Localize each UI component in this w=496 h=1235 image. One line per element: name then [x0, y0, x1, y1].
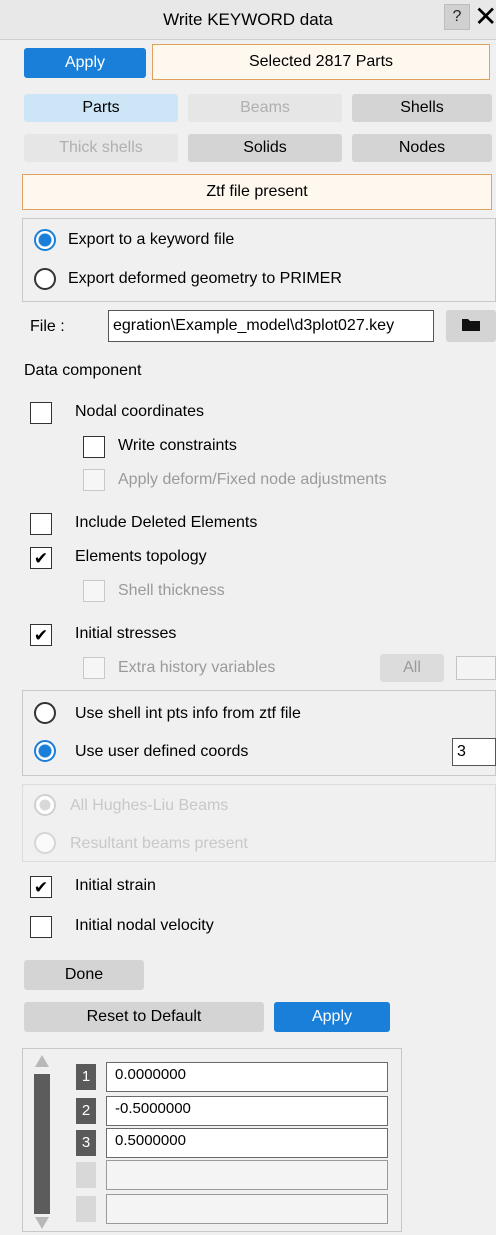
initial-stresses-checkbox[interactable]: ✔ [30, 624, 52, 646]
nodal-coordinates-label: Nodal coordinates [75, 403, 204, 420]
tab-thick-shells: Thick shells [24, 134, 178, 162]
file-label: File : [30, 318, 65, 335]
initial-strain-label: Initial strain [75, 877, 156, 894]
hughes-liu-radio [34, 794, 56, 816]
tab-shells[interactable]: Shells [352, 94, 492, 122]
user-coords-label: Use user defined coords [75, 743, 249, 760]
elements-topology-label: Elements topology [75, 548, 207, 565]
shell-thickness-checkbox [83, 580, 105, 602]
coord-value-cell[interactable] [106, 1194, 388, 1224]
selection-status[interactable]: Selected 2817 Parts [152, 44, 490, 80]
scrollbar-thumb[interactable] [34, 1074, 50, 1214]
folder-icon [461, 316, 481, 337]
resultant-beams-label: Resultant beams present [70, 835, 248, 852]
nodal-coordinates-checkbox[interactable] [30, 402, 52, 424]
include-deleted-checkbox[interactable] [30, 513, 52, 535]
elements-topology-checkbox[interactable]: ✔ [30, 547, 52, 569]
ztf-int-pts-label: Use shell int pts info from ztf file [75, 705, 301, 722]
row-number [76, 1196, 96, 1222]
row-number [76, 1162, 96, 1188]
initial-velocity-checkbox[interactable] [30, 916, 52, 938]
close-icon[interactable]: ✕ [474, 3, 496, 31]
write-constraints-checkbox[interactable] [83, 436, 105, 458]
tab-nodes[interactable]: Nodes [352, 134, 492, 162]
extra-history-checkbox [83, 657, 105, 679]
export-keyword-label: Export to a keyword file [68, 231, 235, 248]
hughes-liu-label: All Hughes-Liu Beams [70, 797, 229, 814]
tab-solids[interactable]: Solids [188, 134, 342, 162]
data-component-heading: Data component [24, 362, 142, 379]
done-button[interactable]: Done [24, 960, 144, 990]
browse-button[interactable] [446, 310, 496, 342]
shell-thickness-label: Shell thickness [118, 582, 225, 599]
row-number: 1 [76, 1064, 96, 1090]
user-coords-radio[interactable] [34, 740, 56, 762]
scroll-up-icon[interactable] [34, 1054, 50, 1073]
write-constraints-label: Write constraints [118, 437, 237, 454]
apply-deform-label: Apply deform/Fixed node adjustments [118, 471, 387, 488]
row-number: 2 [76, 1098, 96, 1124]
ztf-int-pts-radio[interactable] [34, 702, 56, 724]
bottom-apply-button[interactable]: Apply [274, 1002, 390, 1032]
row-number: 3 [76, 1130, 96, 1156]
extra-history-label: Extra history variables [118, 659, 276, 676]
tab-beams: Beams [188, 94, 342, 122]
coord-value-cell[interactable] [106, 1160, 388, 1190]
export-primer-label: Export deformed geometry to PRIMER [68, 270, 342, 287]
top-apply-button[interactable]: Apply [24, 48, 146, 78]
scroll-down-icon[interactable] [34, 1216, 50, 1235]
help-button[interactable]: ? [444, 4, 470, 30]
coords-count-input[interactable]: 3 [452, 738, 496, 766]
tab-parts[interactable]: Parts [24, 94, 178, 122]
initial-stresses-label: Initial stresses [75, 625, 177, 642]
history-count-input [456, 656, 496, 680]
check-mark-icon: ✔ [33, 625, 49, 645]
coord-value-cell[interactable]: 0.0000000 [106, 1062, 388, 1092]
export-keyword-radio[interactable] [34, 229, 56, 251]
reset-default-button[interactable]: Reset to Default [24, 1002, 264, 1032]
include-deleted-label: Include Deleted Elements [75, 514, 258, 531]
export-primer-radio[interactable] [34, 268, 56, 290]
check-mark-icon: ✔ [33, 548, 49, 568]
window-title: Write KEYWORD data [163, 10, 333, 29]
check-mark-icon: ✔ [33, 877, 49, 897]
apply-deform-checkbox [83, 469, 105, 491]
initial-velocity-label: Initial nodal velocity [75, 917, 214, 934]
file-path-input[interactable]: egration\Example_model\d3plot027.key [108, 310, 434, 342]
int-pts-panel [22, 690, 496, 776]
coord-value-cell[interactable]: -0.5000000 [106, 1096, 388, 1126]
coord-value-cell[interactable]: 0.5000000 [106, 1128, 388, 1158]
initial-strain-checkbox[interactable]: ✔ [30, 876, 52, 898]
all-button: All [380, 654, 444, 682]
ztf-status: Ztf file present [22, 174, 492, 210]
resultant-beams-radio [34, 832, 56, 854]
